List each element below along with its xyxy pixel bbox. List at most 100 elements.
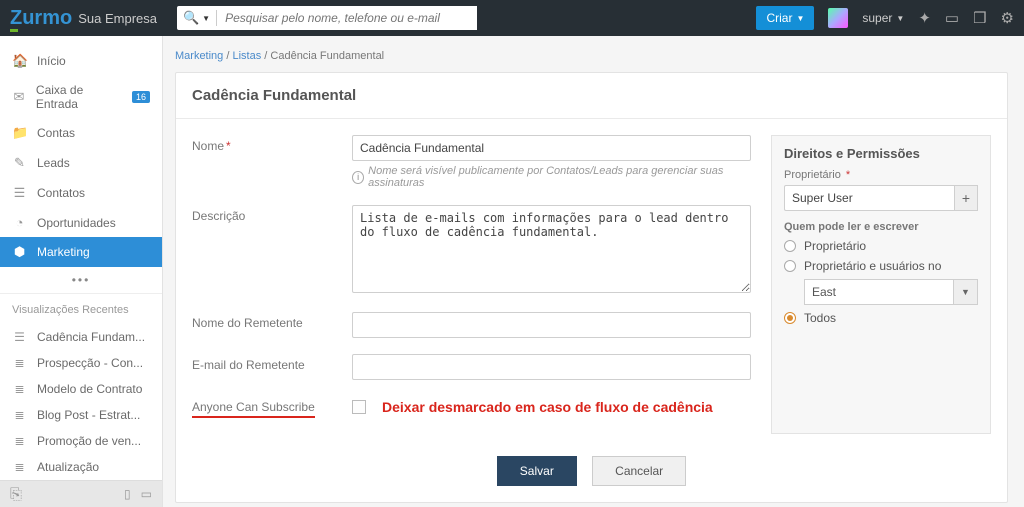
sidebar-item-label: Contatos [37,186,85,200]
brand-logo[interactable]: Zurmo [10,7,72,30]
permissions-title: Direitos e Permissões [784,146,978,161]
sender-name-input[interactable] [352,312,751,338]
description-textarea[interactable] [352,205,751,293]
sidebar-item-marketing[interactable]: ⬢ Marketing [0,237,162,267]
radio-owner[interactable]: Proprietário [784,239,978,253]
recent-item[interactable]: ≣ Modelo de Contrato [0,376,162,402]
search-scope-dropdown[interactable]: 🔍 ▼ [177,10,217,26]
stack-icon: ≣ [12,408,27,422]
anyone-subscribe-label: Anyone Can Subscribe [192,396,352,418]
wand-icon[interactable]: ✦ [918,9,931,27]
user-menu[interactable]: super ▼ [862,11,904,25]
group-select[interactable]: East ▼ [804,279,978,305]
recents-title: Visualizações Recentes [0,294,162,324]
search-icon: 🔍 [183,10,199,26]
sender-email-input[interactable] [352,354,751,380]
chevron-down-icon: ▼ [954,279,978,305]
radio-icon [784,312,796,324]
form-actions: Salvar Cancelar [176,450,1007,502]
avatar[interactable] [828,8,848,28]
recent-item-label: Prospecção - Con... [37,356,143,370]
list-icon: ☰ [12,330,27,344]
recent-item[interactable]: ≣ Blog Post - Estrat... [0,402,162,428]
create-button-label: Criar [766,11,792,25]
description-label: Descrição [192,205,352,223]
radio-label: Proprietário [804,239,866,253]
radio-owner-and[interactable]: Proprietário e usuários no [784,259,978,273]
recent-item-label: Blog Post - Estrat... [37,408,140,422]
info-icon: i [352,171,364,184]
sidebar-more-button[interactable]: ••• [0,267,162,294]
recent-item[interactable]: ≣Atualização [0,454,162,480]
name-input[interactable] [352,135,751,161]
sidebar-item-contacts[interactable]: ☰ Contatos [0,178,162,208]
chevron-down-icon: ▼ [796,14,804,23]
panel-title: Cadência Fundamental [176,73,1007,119]
owner-label: Proprietário * [784,169,978,181]
inbox-badge: 16 [132,91,150,103]
create-button[interactable]: Criar ▼ [756,6,814,30]
recent-item[interactable]: ≣Promoção de ven... [0,428,162,454]
radio-all[interactable]: Todos [784,311,978,325]
folder-icon: 📁 [12,125,27,141]
annotation-text: Deixar desmarcado em caso de fluxo de ca… [382,399,713,415]
opportunities-icon: ◔ [12,215,27,230]
collapse-sidebar-icon[interactable]: ⎘ [10,486,22,503]
mobile-icon[interactable]: ▯ [124,487,131,501]
name-label: Nome* [192,135,352,153]
search-input[interactable] [217,6,477,30]
desktop-icon[interactable]: ▭ [141,487,152,501]
sidebar-item-label: Caixa de Entrada [36,83,122,111]
sidebar-item-accounts[interactable]: 📁Contas [0,118,162,148]
sidebar-footer: ⎘ ▯ ▭ [0,480,162,507]
form-panel: Cadência Fundamental Nome* iNome será vi… [175,72,1008,503]
marketing-icon: ⬢ [12,244,27,260]
sidebar: 🏠 Início ✉ Caixa de Entrada 16 📁Contas ✎Lea… [0,36,163,507]
stack-icon: ≣ [12,356,27,370]
contacts-icon: ☰ [12,185,27,201]
sender-name-label: Nome do Remetente [192,312,352,330]
chevron-down-icon: ▼ [896,14,904,23]
cancel-button[interactable]: Cancelar [592,456,686,486]
calendar-icon[interactable]: ▭ [945,9,959,27]
stack-icon: ≣ [12,382,27,396]
stack-icon: ≣ [12,434,27,448]
recent-item-label: Cadência Fundam... [37,330,145,344]
breadcrumb: Marketing / Listas / Cadência Fundamenta… [175,50,1008,62]
sender-email-label: E-mail do Remetente [192,354,352,372]
sidebar-item-inbox[interactable]: ✉ Caixa de Entrada 16 [0,76,162,118]
gear-icon[interactable]: ⚙ [1001,9,1014,27]
sidebar-item-opportunities[interactable]: ◔ Oportunidades [0,208,162,237]
group-select-value: East [804,279,954,305]
radio-icon [784,260,796,272]
breadcrumb-link[interactable]: Marketing [175,50,223,62]
recent-item-label: Atualização [37,460,99,474]
sidebar-item-home[interactable]: 🏠 Início [0,46,162,76]
name-helper: iNome será visível publicamente por Cont… [352,165,751,189]
rw-label: Quem pode ler e escrever [784,221,978,233]
anyone-subscribe-checkbox[interactable] [352,400,366,414]
sidebar-item-leads[interactable]: ✎Leads [0,148,162,178]
sidebar-item-label: Oportunidades [37,216,116,230]
radio-label: Todos [804,311,836,325]
permissions-panel: Direitos e Permissões Proprietário * + Q… [771,135,991,434]
chevron-down-icon: ▼ [202,14,210,23]
recent-item[interactable]: ≣ Prospecção - Con... [0,350,162,376]
topbar-right: Criar ▼ super ▼ ✦ ▭ ❒ ⚙ [756,6,1014,30]
footer: Zurmo Copyright © Zurmo Inc., 2018. All … [175,503,1008,507]
sidebar-item-label: Início [37,54,66,68]
cube-icon[interactable]: ❒ [973,9,986,27]
recent-item[interactable]: ☰ Cadência Fundam... [0,324,162,350]
mail-icon: ✉ [12,89,26,105]
leads-icon: ✎ [12,155,27,171]
main-content: Marketing / Listas / Cadência Fundamenta… [163,36,1024,507]
recent-item-label: Modelo de Contrato [37,382,142,396]
radio-label: Proprietário e usuários no [804,259,941,273]
owner-add-button[interactable]: + [954,185,978,211]
home-icon: 🏠 [12,53,27,69]
owner-input[interactable] [784,185,954,211]
breadcrumb-current: Cadência Fundamental [270,50,384,62]
breadcrumb-link[interactable]: Listas [232,50,261,62]
sidebar-item-label: Marketing [37,245,90,259]
save-button[interactable]: Salvar [497,456,577,486]
